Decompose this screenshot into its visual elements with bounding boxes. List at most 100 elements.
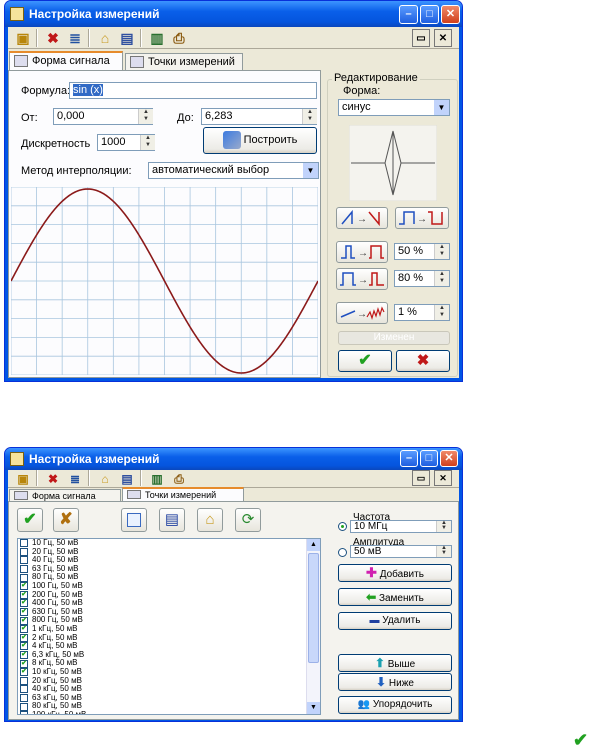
checkbox[interactable] xyxy=(20,556,28,565)
delete-button[interactable]: ▬ Удалить xyxy=(338,612,452,630)
checkbox[interactable]: ✔ xyxy=(20,651,28,660)
duty-cycle-button-2[interactable]: → xyxy=(336,268,388,290)
check-all-icon: ✔ xyxy=(23,511,37,528)
from-spinner[interactable]: ▲ ▼ xyxy=(138,109,153,124)
table-icon xyxy=(130,56,144,68)
move-down-button[interactable]: ⬇ Ниже xyxy=(338,673,452,691)
add-button[interactable]: ✚ Добавить xyxy=(338,564,452,582)
save-icon[interactable]: ▤ xyxy=(118,470,136,488)
pulse-width-icon: → xyxy=(341,245,384,259)
print-icon[interactable]: ⎙ xyxy=(170,29,188,47)
tab-signal-shape[interactable]: Форма сигнала xyxy=(9,51,123,71)
interp-select[interactable]: автоматический выбор xyxy=(148,162,319,179)
checkbox[interactable] xyxy=(20,702,28,711)
arrow-up-icon: ⬆ xyxy=(374,656,385,670)
checkbox[interactable] xyxy=(20,547,28,556)
minimize-panel-icon[interactable]: ▭ xyxy=(412,29,430,47)
checkbox[interactable] xyxy=(20,565,28,574)
flip-pulse-button[interactable]: → xyxy=(395,207,449,229)
delete-icon[interactable]: ✖ xyxy=(44,29,62,47)
ampl-radio[interactable] xyxy=(338,548,347,557)
points-list[interactable]: 10 Гц, 50 мВ 20 Гц, 50 мВ 40 Гц, 50 мВ 63 Г… xyxy=(17,538,321,715)
open-folder-icon[interactable]: ⌂ xyxy=(96,470,114,488)
to-input[interactable]: 6,283 xyxy=(201,108,317,125)
checkbox[interactable] xyxy=(20,685,28,694)
freq-spinner[interactable]: ▲ ▼ xyxy=(436,520,451,532)
delete-icon[interactable]: ✖ xyxy=(44,470,62,488)
save-list-button[interactable]: ▤ xyxy=(159,508,185,532)
minimize-panel-icon[interactable]: ▭ xyxy=(412,470,430,486)
svg-text:→: → xyxy=(357,214,367,225)
minimize-button[interactable]: – xyxy=(399,5,418,24)
move-up-button[interactable]: ⬆ Выше xyxy=(338,654,452,672)
chevron-down-icon[interactable]: ▼ xyxy=(433,100,449,115)
new-icon[interactable]: ▣ xyxy=(14,29,32,47)
duty-cycle-button-1[interactable]: → xyxy=(336,241,388,263)
build-button[interactable]: Построить xyxy=(203,127,317,154)
checkbox[interactable]: ✔ xyxy=(20,659,28,668)
close-button[interactable]: ✕ xyxy=(441,5,460,24)
close-button[interactable]: ✕ xyxy=(440,450,458,467)
maximize-button[interactable]: □ xyxy=(420,450,438,467)
checkbox[interactable]: ✔ xyxy=(20,642,28,651)
checkbox[interactable]: ✔ xyxy=(20,668,28,677)
waveform-icon xyxy=(14,491,28,500)
plus-icon: ✚ xyxy=(366,565,377,580)
ampl-spinner[interactable]: ▲ ▼ xyxy=(436,545,451,557)
scroll-thumb[interactable] xyxy=(308,553,319,663)
cancel-button[interactable]: ✖ xyxy=(396,350,450,372)
open-folder-icon[interactable]: ⌂ xyxy=(96,29,114,47)
formula-input[interactable]: sin (x) xyxy=(69,82,317,99)
list-edit-icon[interactable]: ≣ xyxy=(66,470,84,488)
checkbox[interactable]: ✔ xyxy=(20,582,28,591)
checkbox[interactable]: ✔ xyxy=(20,599,28,608)
list-item[interactable]: 100 кГц, 50 мВ xyxy=(18,710,320,714)
discrete-spinner[interactable]: ▲ ▼ xyxy=(140,135,155,150)
list-scrollbar[interactable]: ▲ ▼ xyxy=(306,539,320,714)
close-panel-icon[interactable]: ✕ xyxy=(434,470,452,486)
print-icon[interactable]: ⎙ xyxy=(170,470,188,488)
scroll-down-icon[interactable]: ▼ xyxy=(307,702,320,714)
scroll-up-icon[interactable]: ▲ xyxy=(307,539,320,551)
add-noise-button[interactable]: → xyxy=(336,302,388,324)
invert-shape-button[interactable]: → xyxy=(336,207,388,229)
open-list-button[interactable]: ⌂ xyxy=(197,508,223,532)
maximize-button[interactable]: □ xyxy=(420,5,439,24)
checkbox[interactable] xyxy=(20,711,28,714)
apply-button[interactable]: ✔ xyxy=(338,350,392,372)
sort-button[interactable]: 👥 Упорядочить xyxy=(338,696,452,714)
minimize-button[interactable]: – xyxy=(400,450,418,467)
uncheck-all-button[interactable]: ✘ xyxy=(53,508,79,532)
changed-indicator: Изменен xyxy=(338,331,450,345)
tab-measure-points[interactable]: Точки измерений xyxy=(125,53,243,71)
checkbox[interactable] xyxy=(20,693,28,702)
import-list-button[interactable]: ⟳ xyxy=(235,508,261,532)
to-spinner[interactable]: ▲ ▼ xyxy=(302,109,317,124)
new-icon[interactable]: ▣ xyxy=(14,470,32,488)
checkbox[interactable]: ✔ xyxy=(20,608,28,617)
check-all-button[interactable]: ✔ xyxy=(17,508,43,532)
save-icon[interactable]: ▤ xyxy=(118,29,136,47)
freq-radio[interactable] xyxy=(338,522,347,531)
checkbox[interactable] xyxy=(20,676,28,685)
title-bar[interactable]: Настройка измерений – □ ✕ xyxy=(5,1,462,27)
checkbox[interactable]: ✔ xyxy=(20,625,28,634)
checkbox[interactable]: ✔ xyxy=(20,633,28,642)
checkbox[interactable] xyxy=(20,539,28,548)
duty-spinner-2[interactable]: ▲ ▼ xyxy=(434,271,449,286)
new-list-button[interactable] xyxy=(121,508,147,532)
close-panel-icon[interactable]: ✕ xyxy=(434,29,452,47)
chevron-down-icon[interactable]: ▼ xyxy=(302,163,318,178)
checkbox[interactable]: ✔ xyxy=(20,616,28,625)
tab-measure-points[interactable]: Точки измерений xyxy=(122,487,244,502)
save-as-icon[interactable]: ▥ xyxy=(148,470,166,488)
to-label: До: xyxy=(177,112,194,124)
replace-button[interactable]: ⬅ Заменить xyxy=(338,588,452,606)
save-as-icon[interactable]: ▥ xyxy=(148,29,166,47)
checkbox[interactable] xyxy=(20,573,28,582)
checkbox[interactable]: ✔ xyxy=(20,590,28,599)
title-bar[interactable]: Настройка измерений – □ ✕ xyxy=(5,448,462,470)
noise-spinner[interactable]: ▲ ▼ xyxy=(434,305,449,320)
list-edit-icon[interactable]: ≣ xyxy=(66,29,84,47)
duty-spinner-1[interactable]: ▲ ▼ xyxy=(434,244,449,259)
